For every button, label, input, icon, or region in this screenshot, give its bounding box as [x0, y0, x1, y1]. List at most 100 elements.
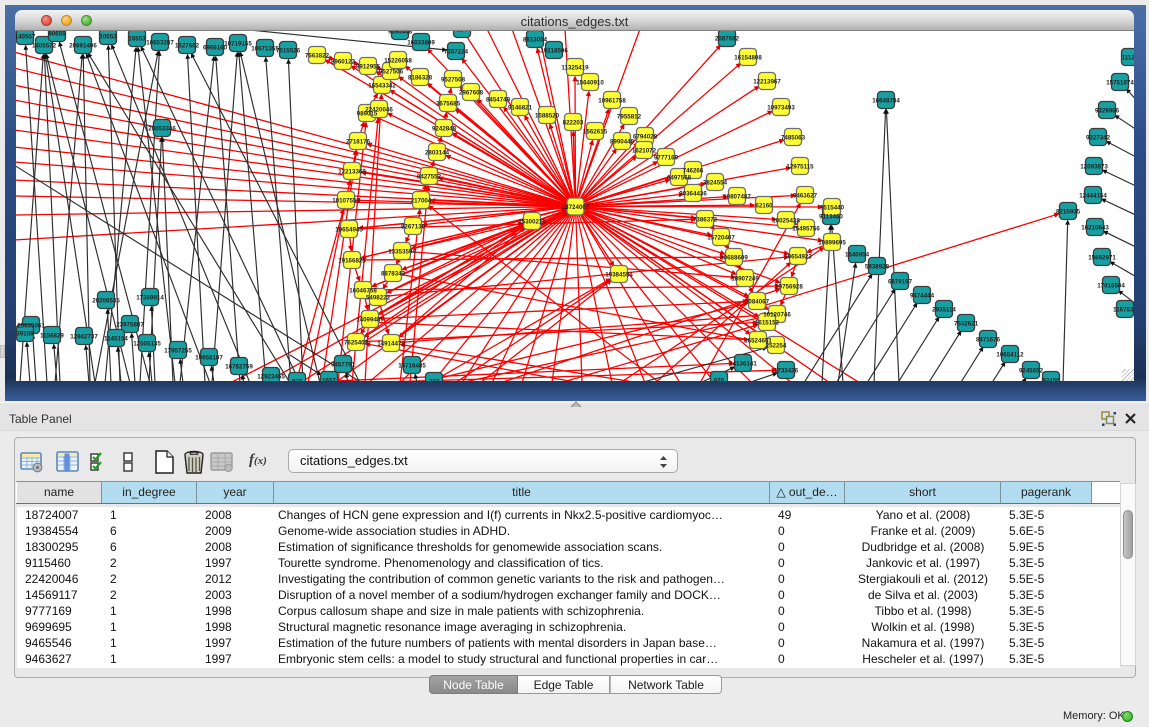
svg-text:15720407: 15720407	[707, 234, 735, 241]
svg-text:15640910: 15640910	[576, 79, 604, 86]
svg-text:92450: 92450	[1042, 377, 1060, 381]
svg-text:12093873: 12093873	[1080, 163, 1108, 170]
svg-text:15495756: 15495756	[792, 225, 820, 232]
svg-text:17359914: 17359914	[136, 294, 164, 301]
svg-text:10107553: 10107553	[332, 197, 360, 204]
svg-text:20691406: 20691406	[69, 42, 97, 49]
svg-text:39159: 39159	[16, 330, 34, 337]
svg-text:8454749: 8454749	[486, 96, 511, 103]
svg-text:9474444: 9474444	[910, 292, 935, 299]
svg-text:1621072: 1621072	[632, 147, 657, 154]
svg-text:12505135: 12505135	[133, 340, 161, 347]
svg-text:975: 975	[292, 378, 303, 381]
svg-text:10899695: 10899695	[818, 239, 846, 246]
svg-text:9084067: 9084067	[745, 298, 770, 305]
svg-text:2803144: 2803144	[425, 149, 450, 156]
svg-text:9146821: 9146821	[508, 104, 533, 111]
svg-text:11123: 11123	[1122, 54, 1134, 61]
svg-text:8990448: 8990448	[610, 138, 635, 145]
svg-text:1588520: 1588520	[535, 112, 560, 119]
svg-text:16046758: 16046758	[349, 287, 377, 294]
svg-text:20206535: 20206535	[92, 297, 120, 304]
svg-text:9463627: 9463627	[793, 192, 818, 199]
svg-text:8186328: 8186328	[408, 74, 433, 81]
svg-text:7955812: 7955812	[617, 113, 642, 120]
svg-text:9242848: 9242848	[432, 125, 457, 132]
svg-text:746266: 746266	[683, 167, 704, 174]
svg-text:10025438: 10025438	[772, 217, 800, 224]
svg-text:16543342: 16543342	[368, 82, 396, 89]
svg-text:12444154: 12444154	[1079, 192, 1107, 199]
svg-text:20364436: 20364436	[679, 190, 707, 197]
svg-text:3675685: 3675685	[436, 100, 461, 107]
svg-text:12213369: 12213369	[338, 168, 366, 175]
svg-text:8471676: 8471676	[976, 336, 1001, 343]
svg-text:1527602: 1527602	[175, 42, 200, 49]
svg-text:5498222: 5498222	[366, 294, 391, 301]
svg-text:8813054: 8813054	[523, 36, 548, 43]
svg-text:7357224: 7357224	[444, 48, 469, 55]
svg-text:164: 164	[457, 31, 468, 33]
svg-text:20053346: 20053346	[148, 125, 176, 132]
svg-text:822203: 822203	[563, 119, 584, 126]
svg-text:8427552: 8427552	[417, 173, 442, 180]
svg-text:14099489: 14099489	[356, 316, 384, 323]
svg-text:14136141: 14136141	[729, 360, 757, 367]
svg-text:19756928: 19756928	[775, 283, 803, 290]
svg-text:10654112: 10654112	[996, 351, 1024, 358]
svg-text:15226058: 15226058	[384, 57, 412, 64]
svg-text:8215935: 8215935	[1056, 208, 1081, 215]
svg-text:16553: 16553	[128, 35, 146, 42]
svg-text:203: 203	[429, 378, 440, 381]
svg-text:7386372: 7386372	[693, 216, 718, 223]
svg-text:626: 626	[714, 377, 725, 381]
svg-text:16648784: 16648784	[872, 97, 900, 104]
svg-text:9515440: 9515440	[820, 204, 845, 211]
svg-text:13353594: 13353594	[388, 248, 416, 255]
svg-text:10958107: 10958107	[195, 354, 223, 361]
svg-text:3824554: 3824554	[703, 179, 728, 186]
svg-text:140557: 140557	[16, 33, 36, 40]
svg-text:7515526: 7515526	[276, 47, 301, 54]
svg-text:9527506: 9527506	[379, 68, 404, 75]
svg-text:9527508: 9527508	[441, 76, 466, 83]
svg-text:10653: 10653	[99, 33, 117, 40]
svg-text:252254: 252254	[766, 342, 787, 349]
svg-text:1733426: 1733426	[774, 367, 799, 374]
svg-text:17016504: 17016504	[1097, 282, 1125, 289]
svg-text:22420046: 22420046	[365, 106, 393, 113]
svg-text:18907249: 18907249	[731, 275, 759, 282]
svg-text:9245652: 9245652	[1019, 367, 1044, 374]
svg-text:18724007: 18724007	[562, 204, 590, 211]
svg-text:19166825: 19166825	[338, 257, 366, 264]
svg-text:1145154: 1145154	[104, 335, 128, 342]
svg-text:10973493: 10973493	[767, 104, 795, 111]
svg-text:1657: 1657	[322, 377, 336, 381]
svg-text:15751074: 15751074	[1106, 79, 1134, 86]
svg-text:7625402: 7625402	[344, 339, 369, 346]
svg-text:10653287: 10653287	[146, 39, 174, 46]
svg-text:217004: 217004	[411, 197, 432, 204]
svg-text:16210643: 16210643	[1081, 224, 1109, 231]
svg-text:8960123: 8960123	[331, 58, 356, 65]
svg-text:2718176: 2718176	[346, 138, 371, 145]
svg-text:10807487: 10807487	[723, 193, 751, 200]
svg-text:1156829: 1156829	[40, 332, 64, 339]
svg-text:9777169: 9777169	[654, 154, 679, 161]
svg-text:16033809: 16033809	[407, 39, 435, 46]
svg-text:9227342: 9227342	[1086, 134, 1111, 141]
svg-text:8267130: 8267130	[401, 223, 426, 230]
svg-text:12942737: 12942737	[70, 333, 98, 340]
svg-text:10961758: 10961758	[598, 97, 626, 104]
svg-text:1405572: 1405572	[32, 42, 57, 49]
svg-text:6879197: 6879197	[888, 278, 913, 285]
svg-text:16120746: 16120746	[763, 311, 791, 318]
svg-text:1167533: 1167533	[1113, 306, 1134, 313]
svg-text:12975115: 12975115	[786, 163, 814, 170]
svg-text:9113460: 9113460	[819, 213, 843, 220]
svg-text:8878342: 8878342	[381, 270, 406, 277]
svg-text:7663822: 7663822	[305, 52, 330, 59]
svg-text:9390448: 9390448	[388, 31, 413, 35]
svg-text:62160: 62160	[755, 202, 773, 209]
svg-text:10719155: 10719155	[224, 40, 252, 47]
